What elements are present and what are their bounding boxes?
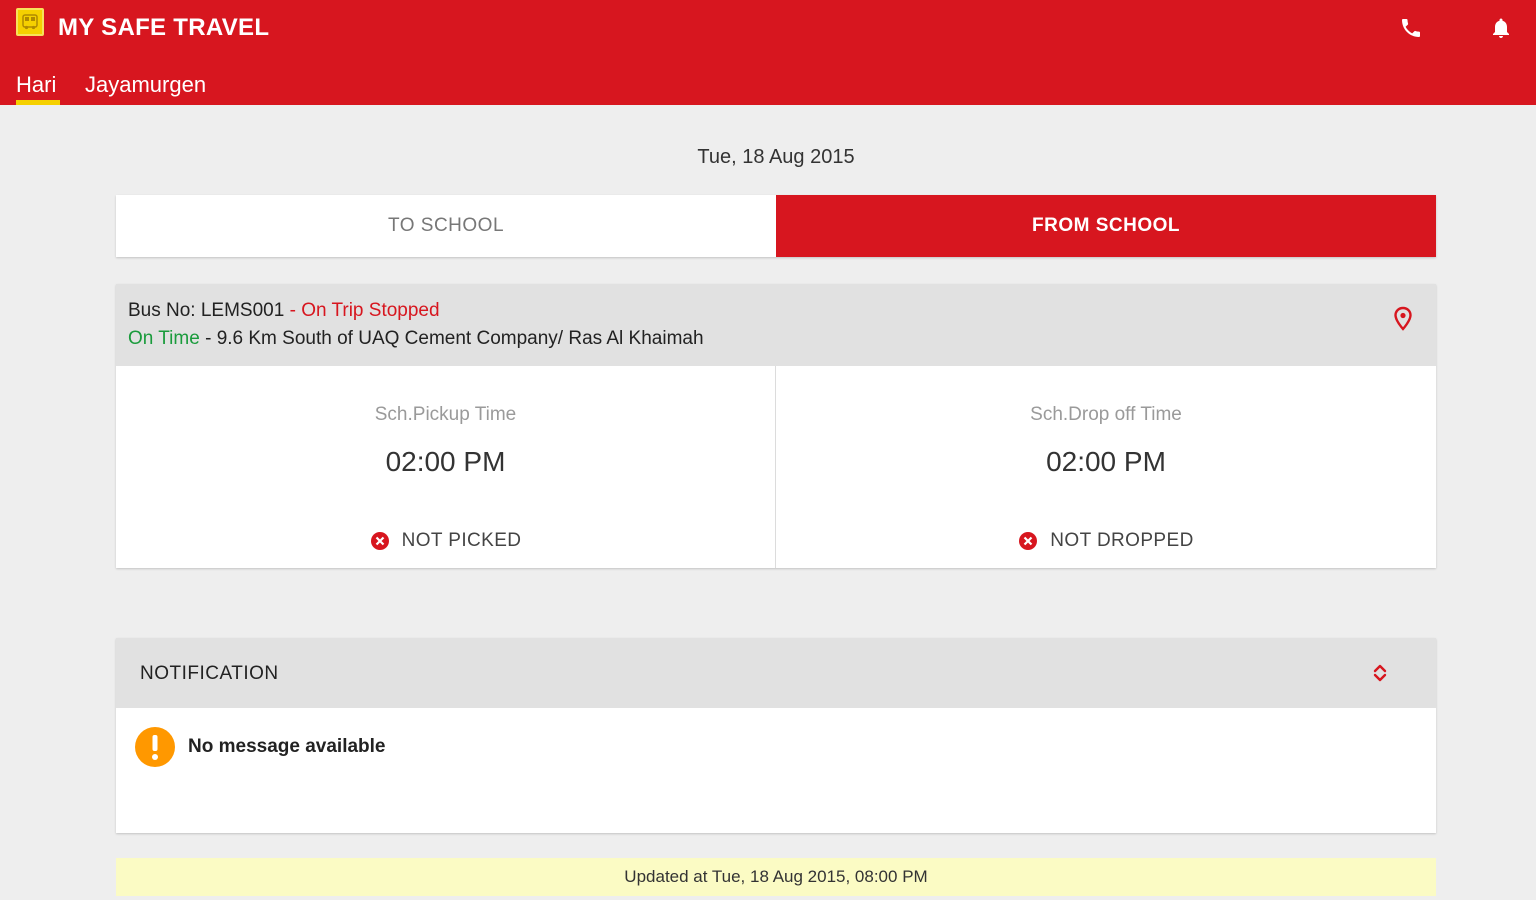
bus-info-header: Bus No: LEMS001 - On Trip Stopped On Tim…	[116, 284, 1436, 366]
active-tab-indicator	[16, 100, 60, 105]
dropoff-column: Sch.Drop off Time 02:00 PM NOT DROPPED	[776, 366, 1436, 568]
notification-header[interactable]: NOTIFICATION	[116, 638, 1436, 708]
map-pin-icon[interactable]	[1392, 306, 1414, 332]
x-circle-icon	[1018, 531, 1038, 551]
notification-message: No message available	[188, 736, 386, 757]
pickup-column: Sch.Pickup Time 02:00 PM NOT PICKED	[116, 366, 776, 568]
notification-panel: NOTIFICATION No message available	[116, 638, 1436, 833]
pickup-time-value: 02:00 PM	[385, 446, 506, 477]
x-circle-icon	[370, 531, 390, 551]
dropoff-time-value: 02:00 PM	[1046, 446, 1166, 477]
bus-location-line: On Time - 9.6 Km South of UAQ Cement Com…	[128, 328, 704, 350]
trip-direction-toggle: TO SCHOOL FROM SCHOOL	[116, 195, 1436, 257]
last-updated-bar: Updated at Tue, 18 Aug 2015, 08:00 PM	[116, 858, 1436, 896]
pickup-time-label: Sch.Pickup Time	[374, 404, 517, 425]
trip-status: On Trip Stopped	[301, 300, 440, 321]
dropoff-status-text: NOT DROPPED	[1050, 530, 1194, 551]
phone-icon[interactable]	[1399, 16, 1423, 40]
separator: -	[284, 300, 302, 321]
bus-number-line: Bus No: LEMS001 - On Trip Stopped	[128, 300, 440, 322]
dropoff-status: NOT DROPPED	[776, 530, 1436, 552]
bell-icon[interactable]	[1489, 16, 1513, 40]
app-bar: MY SAFE TRAVEL Hari Jayamurgen	[0, 0, 1536, 105]
app-title: MY SAFE TRAVEL	[58, 14, 270, 41]
to-school-button[interactable]: TO SCHOOL	[116, 195, 776, 257]
tab-jayamurgen[interactable]: Jayamurgen	[85, 72, 206, 98]
pickup-status: NOT PICKED	[116, 530, 775, 552]
sort-arrows-icon[interactable]	[1370, 662, 1390, 684]
dropoff-time-label: Sch.Drop off Time	[1030, 404, 1182, 425]
bus-number: Bus No: LEMS001	[128, 300, 285, 321]
bus-status-card: Bus No: LEMS001 - On Trip Stopped On Tim…	[116, 284, 1436, 568]
warning-icon	[134, 726, 176, 768]
bus-location: - 9.6 Km South of UAQ Cement Company/ Ra…	[199, 328, 704, 349]
timing-status: On Time	[128, 328, 200, 349]
pickup-status-text: NOT PICKED	[401, 530, 522, 551]
from-school-button[interactable]: FROM SCHOOL	[776, 195, 1436, 257]
tab-hari[interactable]: Hari	[16, 72, 56, 98]
notification-title: NOTIFICATION	[140, 663, 279, 684]
current-date: Tue, 18 Aug 2015	[697, 146, 855, 168]
school-bus-logo-icon	[16, 8, 44, 36]
